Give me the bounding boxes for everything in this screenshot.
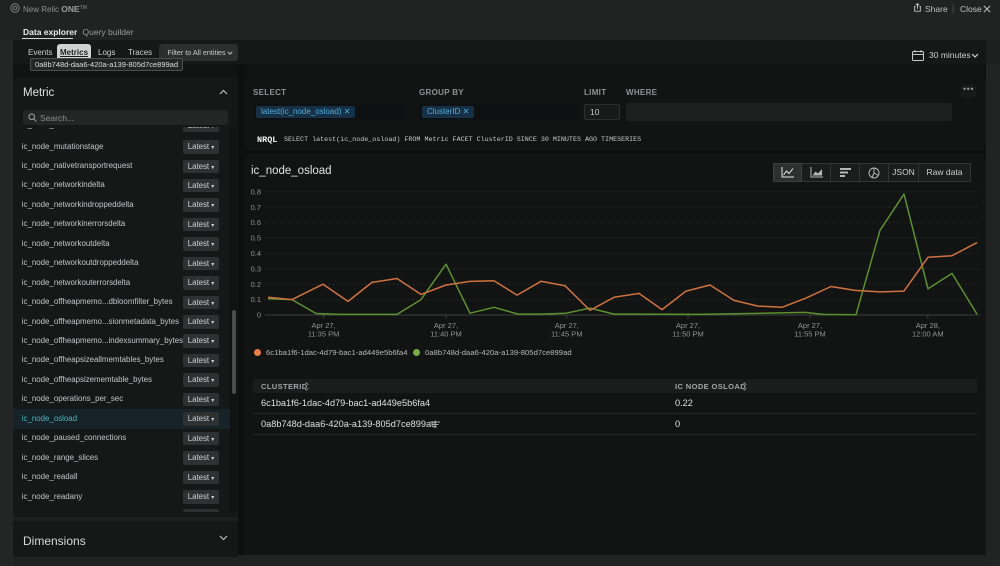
svg-text:0.6: 0.6	[251, 218, 261, 227]
svg-text:11:55 PM: 11:55 PM	[794, 330, 826, 339]
svg-text:11:45 PM: 11:45 PM	[551, 330, 583, 339]
svg-text:11:40 PM: 11:40 PM	[430, 330, 462, 339]
svg-text:0.4: 0.4	[251, 249, 261, 258]
svg-text:0.1: 0.1	[251, 295, 261, 304]
svg-text:0.5: 0.5	[251, 234, 261, 243]
svg-text:11:35 PM: 11:35 PM	[308, 330, 340, 339]
svg-text:0.7: 0.7	[251, 203, 261, 212]
svg-text:0.3: 0.3	[251, 264, 261, 273]
svg-text:0: 0	[257, 311, 261, 320]
svg-text:12:00 AM: 12:00 AM	[912, 330, 944, 339]
svg-text:0.8: 0.8	[251, 187, 261, 196]
svg-text:11:50 PM: 11:50 PM	[672, 330, 704, 339]
svg-text:0.2: 0.2	[251, 280, 261, 289]
